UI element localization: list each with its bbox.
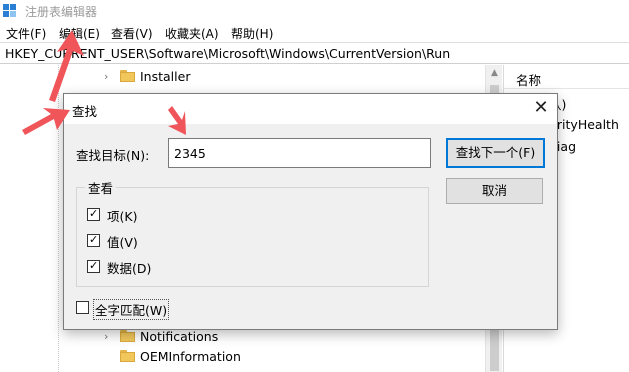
regedit-icon <box>3 4 16 17</box>
match-whole-string-label[interactable]: 全字匹配(W) <box>93 299 170 320</box>
menu-favorites[interactable]: 收藏夹(A) <box>165 25 219 42</box>
find-next-button[interactable]: 查找下一个(F) <box>446 138 545 168</box>
menu-edit[interactable]: 编辑(E) <box>59 25 100 42</box>
data-checkbox[interactable]: ✓ <box>87 259 100 273</box>
look-at-title: 查看 <box>85 178 117 197</box>
folder-icon <box>120 70 135 82</box>
menu-view[interactable]: 查看(V) <box>111 25 153 42</box>
keys-label[interactable]: 项(K) <box>107 206 137 225</box>
values-checkbox[interactable]: ✓ <box>87 233 100 247</box>
tree-item-label: Notifications <box>140 329 219 344</box>
close-icon[interactable]: ✕ <box>529 97 553 121</box>
folder-icon <box>120 330 135 342</box>
tree-item-label: OEMInformation <box>140 349 241 364</box>
find-dialog: 查找 ✕ 查找目标(N): 查找下一个(F) 取消 查看 ✓ 项(K) ✓ 值(… <box>63 93 558 330</box>
dialog-title-bar: 查找 ✕ <box>64 94 557 124</box>
address-path: HKEY_CURRENT_USER\Software\Microsoft\Win… <box>5 46 451 61</box>
address-bar[interactable]: HKEY_CURRENT_USER\Software\Microsoft\Win… <box>0 42 629 64</box>
menu-help[interactable]: 帮助(H) <box>231 25 273 42</box>
chevron-right-icon[interactable]: › <box>104 70 114 83</box>
values-label[interactable]: 值(V) <box>107 232 138 251</box>
value-row-securityhealth[interactable]: urityHealth <box>549 117 619 132</box>
keys-checkbox[interactable]: ✓ <box>87 207 100 221</box>
chevron-right-icon <box>104 350 114 362</box>
find-what-input[interactable] <box>168 138 431 168</box>
dialog-title: 查找 <box>72 104 98 119</box>
look-at-group: 查看 ✓ 项(K) ✓ 值(V) ✓ 数据(D) <box>76 178 429 287</box>
column-header-name[interactable]: 名称 <box>504 65 629 89</box>
title-bar: 注册表编辑器 <box>0 0 629 22</box>
scroll-up-icon[interactable]: ▲ <box>486 68 503 78</box>
cancel-button[interactable]: 取消 <box>446 178 543 204</box>
find-what-label: 查找目标(N): <box>76 148 150 163</box>
window-title: 注册表编辑器 <box>25 5 98 19</box>
checkmark-icon: ✓ <box>89 233 99 246</box>
column-header-label: 名称 <box>516 73 542 88</box>
tree-item-label: Installer <box>140 69 191 84</box>
chevron-right-icon[interactable]: › <box>104 330 114 343</box>
match-whole-string-checkbox[interactable] <box>76 301 89 314</box>
folder-icon <box>120 350 135 362</box>
tree-guide-line <box>58 65 59 372</box>
checkmark-icon: ✓ <box>89 207 99 220</box>
menu-bar: 文件(F) 编辑(E) 查看(V) 收藏夹(A) 帮助(H) <box>0 22 629 42</box>
data-label[interactable]: 数据(D) <box>107 258 151 277</box>
menu-file[interactable]: 文件(F) <box>6 25 46 42</box>
checkmark-icon: ✓ <box>89 259 99 272</box>
